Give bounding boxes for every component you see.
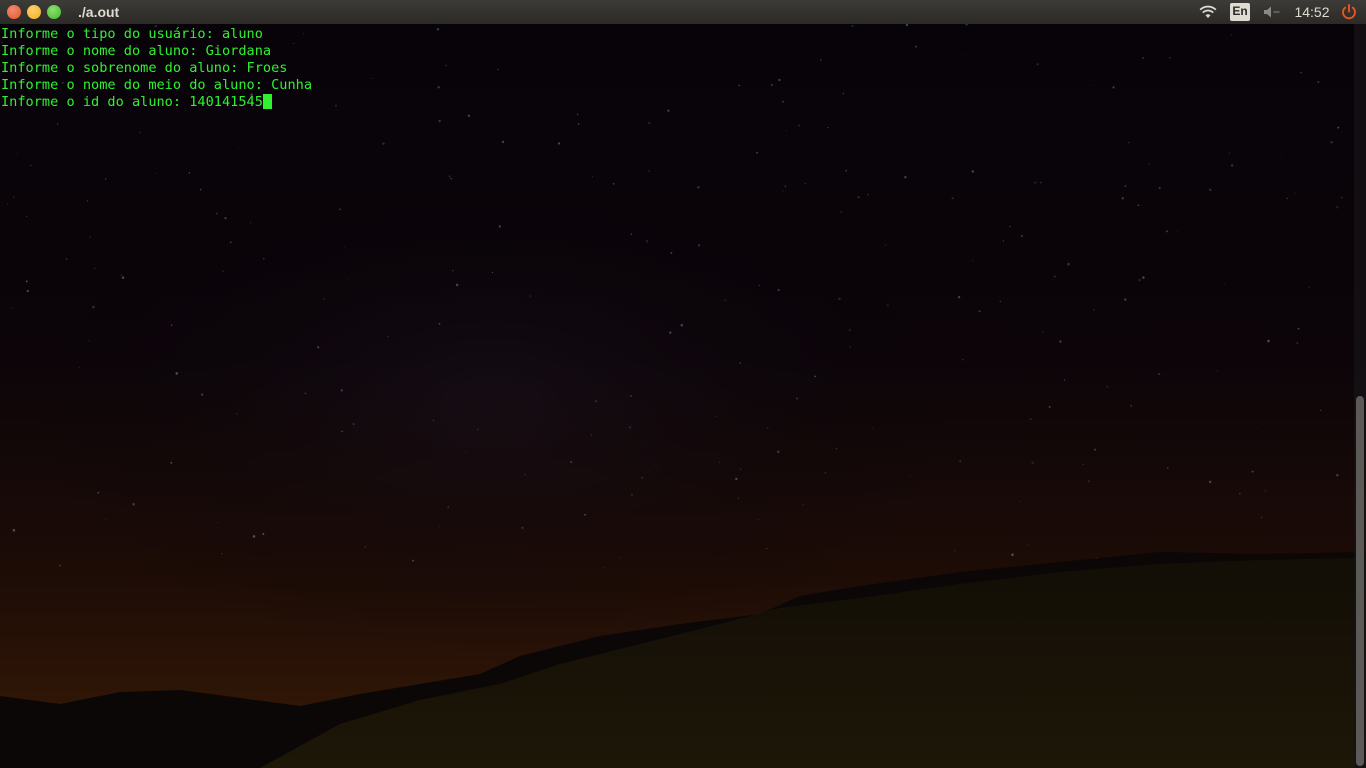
terminal-scrollbar[interactable] [1354,24,1366,768]
keyboard-language-indicator[interactable]: En [1228,0,1252,24]
terminal-line: Informe o sobrenome do aluno: Froes [1,60,288,76]
terminal-window[interactable]: Informe o tipo do usuário: aluno Informe… [0,24,1354,768]
terminal-output: Informe o tipo do usuário: aluno Informe… [1,26,312,111]
top-panel: ./a.out En 14:52 [0,0,1366,24]
minimize-window-button[interactable] [27,5,41,19]
terminal-line: Informe o nome do aluno: Giordana [1,43,272,59]
power-icon[interactable] [1338,0,1360,24]
terminal-line-text: Informe o id do aluno: 140141545 [1,94,263,110]
keyboard-language-icon: En [1230,3,1250,21]
maximize-window-button[interactable] [47,5,61,19]
terminal-line: Informe o tipo do usuário: aluno [1,26,263,42]
terminal-input-line[interactable]: Informe o id do aluno: 140141545 [1,94,312,111]
window-title: ./a.out [78,4,120,20]
text-cursor [262,94,272,109]
clock[interactable]: 14:52 [1290,0,1334,24]
terminal-line: Informe o nome do meio do aluno: Cunha [1,77,312,93]
scrollbar-thumb[interactable] [1356,396,1364,766]
volume-muted-icon[interactable] [1261,0,1283,24]
desktop-screen: ./a.out En 14:52 Informe o tipo do usuár… [0,0,1366,768]
wifi-icon[interactable] [1197,0,1219,24]
close-window-button[interactable] [7,5,21,19]
